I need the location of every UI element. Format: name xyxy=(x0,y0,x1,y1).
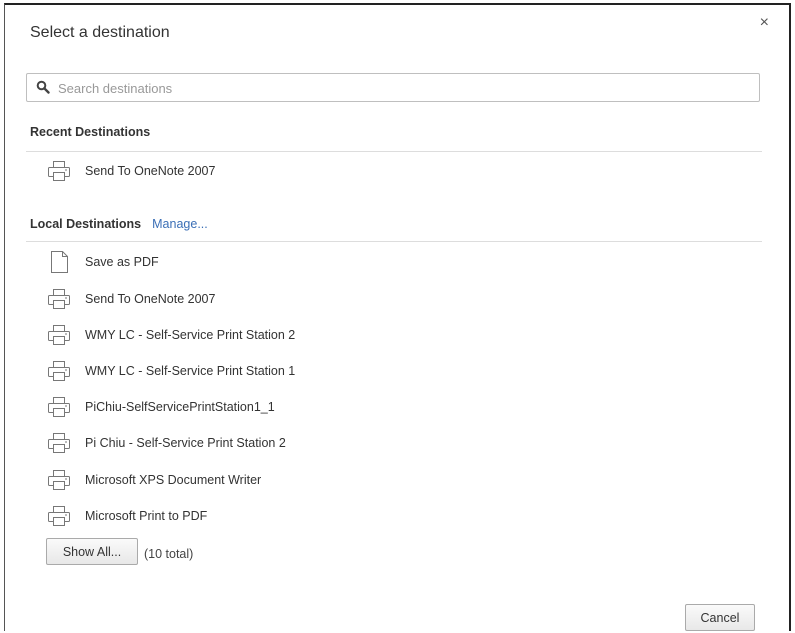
destination-item[interactable]: Microsoft Print to PDF xyxy=(46,503,646,529)
printer-icon xyxy=(48,397,70,417)
total-count: (10 total) xyxy=(144,547,194,561)
destination-item[interactable]: Microsoft XPS Document Writer xyxy=(46,467,646,493)
dialog-title: Select a destination xyxy=(30,24,170,41)
destination-label: Microsoft XPS Document Writer xyxy=(85,473,262,487)
destination-item[interactable]: Send To OneNote 2007 xyxy=(46,286,646,312)
destination-label: Save as PDF xyxy=(85,255,159,269)
local-destinations-heading: Local Destinations Manage... xyxy=(30,217,208,231)
section-divider xyxy=(26,151,762,152)
local-destinations-label: Local Destinations xyxy=(30,217,142,231)
printer-icon xyxy=(48,433,70,453)
show-all-button[interactable]: Show All... xyxy=(46,538,138,565)
destination-label: PiChiu-SelfServicePrintStation1_1 xyxy=(85,400,275,414)
destination-item[interactable]: Save as PDF xyxy=(46,249,646,275)
printer-icon xyxy=(48,506,70,526)
destination-label: WMY LC - Self-Service Print Station 1 xyxy=(85,364,296,378)
destination-item[interactable]: Pi Chiu - Self-Service Print Station 2 xyxy=(46,430,646,456)
section-divider xyxy=(26,241,762,242)
printer-icon xyxy=(48,361,70,381)
destination-label: Microsoft Print to PDF xyxy=(85,509,208,523)
destination-item[interactable]: WMY LC - Self-Service Print Station 2 xyxy=(46,322,646,348)
destination-label: Send To OneNote 2007 xyxy=(85,292,216,306)
printer-icon xyxy=(48,470,70,490)
destination-item[interactable]: Send To OneNote 2007 xyxy=(46,158,646,184)
close-icon[interactable]: × xyxy=(760,15,769,31)
printer-icon xyxy=(48,161,70,181)
destination-item[interactable]: WMY LC - Self-Service Print Station 1 xyxy=(46,358,646,384)
destination-dialog: Select a destination × Recent Destinatio… xyxy=(4,3,791,631)
search-icon xyxy=(36,80,50,94)
destination-label: Send To OneNote 2007 xyxy=(85,164,216,178)
printer-icon xyxy=(48,325,70,345)
cancel-button[interactable]: Cancel xyxy=(685,604,755,631)
search-input[interactable] xyxy=(58,78,748,98)
recent-destinations-heading: Recent Destinations xyxy=(30,125,151,139)
destination-label: Pi Chiu - Self-Service Print Station 2 xyxy=(85,436,286,450)
destination-item[interactable]: PiChiu-SelfServicePrintStation1_1 xyxy=(46,394,646,420)
document-icon xyxy=(51,251,68,273)
manage-link[interactable]: Manage... xyxy=(152,217,208,231)
destination-label: WMY LC - Self-Service Print Station 2 xyxy=(85,328,296,342)
printer-icon xyxy=(48,289,70,309)
search-box[interactable] xyxy=(26,73,760,102)
